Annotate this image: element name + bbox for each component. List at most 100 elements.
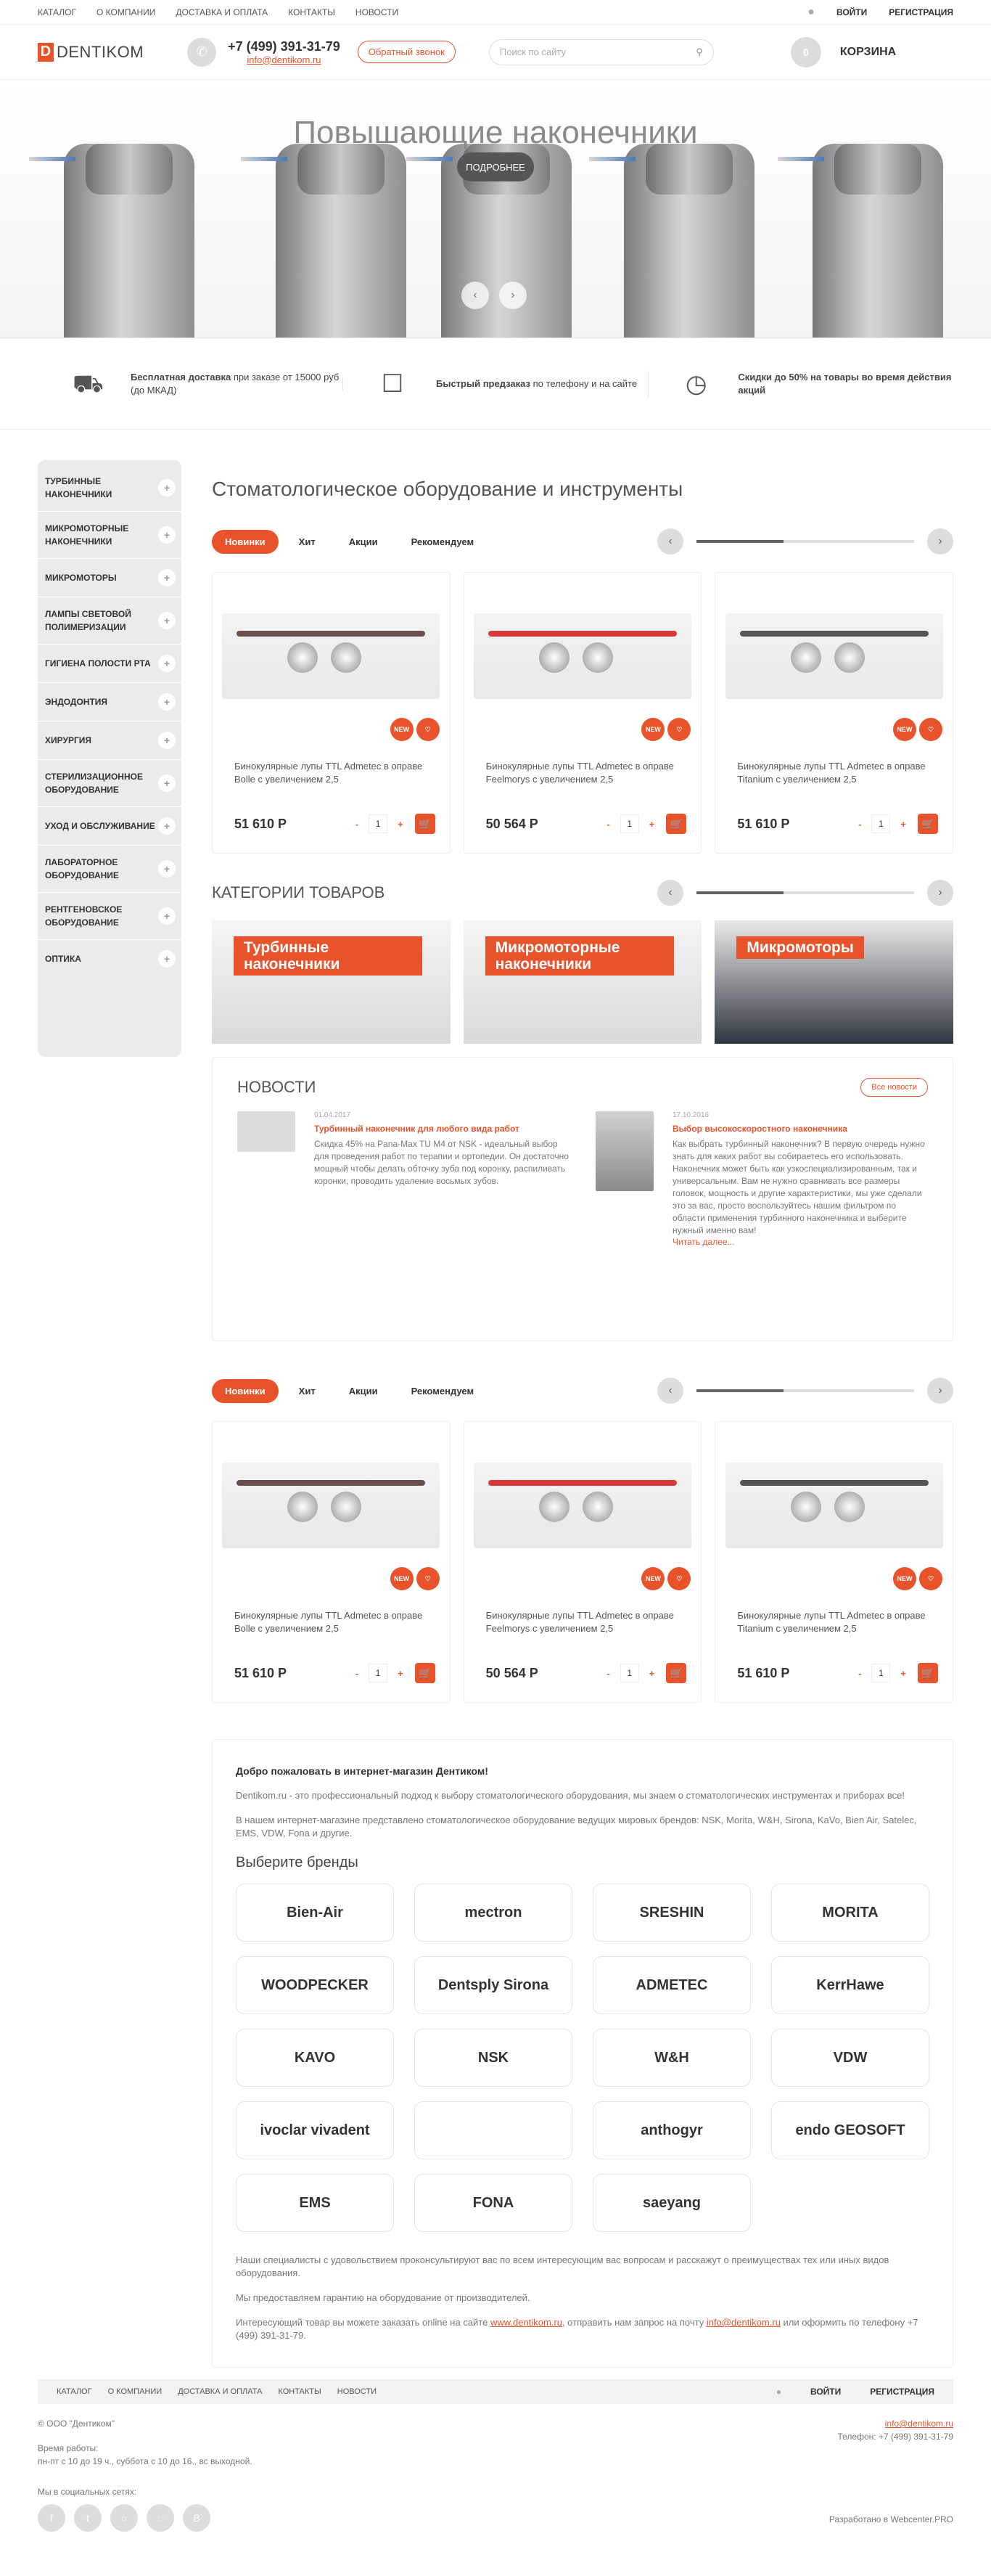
site-link[interactable]: www.dentikom.ru — [490, 2317, 562, 2328]
product-name[interactable]: Бинокулярные лупы TTL Admetec в оправе B… — [234, 1609, 428, 1635]
product-image[interactable] — [716, 573, 953, 740]
login-link[interactable]: Войти — [836, 7, 867, 17]
sidebar-item-surgery[interactable]: Хирургия + — [38, 721, 181, 760]
next-arrow-icon[interactable]: › — [927, 528, 953, 555]
slider-track[interactable] — [696, 891, 914, 894]
top-nav-delivery[interactable]: Доставка и оплата — [176, 7, 268, 17]
search-input[interactable]: Поиск по сайту ⚲ — [488, 38, 714, 65]
slider-track[interactable] — [696, 540, 914, 543]
minus-button[interactable]: - — [858, 819, 861, 830]
product-card[interactable]: NEW ♡ Бинокулярные лупы TTL Admetec в опра… — [463, 1421, 702, 1703]
tab-hit[interactable]: Хит — [286, 1379, 329, 1403]
product-image[interactable] — [716, 1422, 953, 1589]
sidebar-item-hygiene[interactable]: Гигиена полости рта + — [38, 645, 181, 683]
brand-tile[interactable]: ADMETEC — [593, 1956, 751, 2014]
footer-email[interactable]: info@dentikom.ru — [885, 2418, 953, 2429]
cart-add-icon[interactable]: 🛒 — [918, 814, 939, 834]
minus-button[interactable]: - — [606, 1668, 609, 1679]
brand-tile[interactable]: NSK — [414, 2029, 572, 2087]
brand-tile[interactable]: KAVO — [236, 2029, 394, 2087]
minus-button[interactable]: - — [606, 819, 609, 830]
tab-new[interactable]: Новинки — [212, 529, 279, 554]
tab-recommend[interactable]: Рекомендуем — [398, 1379, 488, 1403]
tab-sale[interactable]: Акции — [336, 530, 391, 554]
product-image[interactable] — [213, 573, 449, 740]
tab-new[interactable]: Новинки — [212, 1378, 279, 1403]
like-icon[interactable]: ♡ — [416, 1567, 440, 1590]
brand-tile[interactable]: mectron — [414, 1884, 572, 1942]
like-icon[interactable]: ♡ — [667, 718, 691, 741]
product-image[interactable] — [464, 1422, 701, 1589]
brand-tile[interactable]: ivoclar vivadent — [236, 2101, 394, 2159]
brand-tile[interactable]: saeyang — [593, 2174, 751, 2232]
footer-nav-delivery[interactable]: Доставка и оплата — [178, 2387, 262, 2396]
footer-login-link[interactable]: Войти — [810, 2387, 841, 2397]
product-card[interactable]: NEW ♡ Бинокулярные лупы TTL Admetec в опра… — [212, 572, 451, 854]
tab-hit[interactable]: Хит — [286, 530, 329, 554]
brand-tile[interactable]: W&H — [593, 2029, 751, 2087]
register-link[interactable]: Регистрация — [889, 7, 953, 17]
quantity-value[interactable]: 1 — [620, 1664, 639, 1682]
brand-tile[interactable]: MORITA — [771, 1884, 929, 1942]
product-card[interactable]: NEW ♡ Бинокулярные лупы TTL Admetec в опра… — [212, 1421, 451, 1703]
footer-nav-news[interactable]: Новости — [337, 2387, 377, 2396]
plus-button[interactable]: + — [649, 1668, 655, 1679]
footer-nav-about[interactable]: О компании — [108, 2387, 163, 2396]
sidebar-item-maintenance[interactable]: Уход и обслуживание + — [38, 807, 181, 846]
prev-arrow-icon[interactable]: ‹ — [657, 880, 683, 906]
minus-button[interactable]: - — [355, 1668, 358, 1679]
read-more-link[interactable]: Читать далее... — [673, 1237, 928, 1247]
cart-add-icon[interactable]: 🛒 — [414, 1663, 435, 1683]
developer-credit[interactable]: Разработано в Webcenter.PRO — [829, 2513, 953, 2526]
like-icon[interactable]: ♡ — [667, 1567, 691, 1590]
brand-tile[interactable]: Dentsply Sirona — [414, 1956, 572, 2014]
all-news-button[interactable]: Все новости — [860, 1078, 928, 1097]
news-item[interactable]: 17.10.2016 Выбор высокоскоростного након… — [596, 1111, 928, 1247]
brand-tile[interactable]: SRESHIN — [593, 1884, 751, 1942]
callback-button[interactable]: Обратный звонок — [357, 41, 456, 63]
footer-nav-contacts[interactable]: Контакты — [278, 2387, 321, 2396]
hero-prev-arrow-icon[interactable]: ‹ — [461, 282, 489, 309]
sidebar-item-optics[interactable]: Оптика + — [38, 940, 181, 978]
minus-button[interactable]: - — [858, 1668, 861, 1679]
quantity-value[interactable]: 1 — [369, 814, 388, 833]
brand-tile[interactable]: anthogyr — [593, 2101, 751, 2159]
plus-button[interactable]: + — [398, 819, 403, 830]
quantity-value[interactable]: 1 — [620, 814, 639, 833]
plus-button[interactable]: + — [398, 1668, 403, 1679]
sidebar-item-xray[interactable]: Рентгеновское оборудование + — [38, 893, 181, 940]
prev-arrow-icon[interactable]: ‹ — [657, 1378, 683, 1404]
phone-number[interactable]: +7 (499) 391-31-79 — [228, 39, 340, 54]
product-name[interactable]: Бинокулярные лупы TTL Admetec в оправе F… — [486, 760, 680, 786]
category-card-micromotor-handpieces[interactable]: Микромоторные наконечники — [463, 920, 702, 1044]
search-icon[interactable]: ⚲ — [696, 46, 703, 58]
sidebar-item-laboratory[interactable]: Лабораторное оборудование + — [38, 846, 181, 893]
sidebar-item-endodontics[interactable]: Эндодонтия + — [38, 683, 181, 721]
like-icon[interactable]: ♡ — [919, 718, 943, 741]
product-name[interactable]: Бинокулярные лупы TTL Admetec в оправе F… — [486, 1609, 680, 1635]
product-card[interactable]: NEW ♡ Бинокулярные лупы TTL Admetec в опра… — [715, 1421, 954, 1703]
news-item[interactable]: 01.04.2017 Турбинный наконечник для любо… — [237, 1111, 569, 1247]
tab-recommend[interactable]: Рекомендуем — [398, 530, 488, 554]
product-name[interactable]: Бинокулярные лупы TTL Admetec в оправе T… — [737, 760, 931, 786]
brand-tile[interactable]: endo GEOSOFT — [771, 2101, 929, 2159]
brand-tile[interactable]: EMS — [236, 2174, 394, 2232]
category-card-micromotors[interactable]: Микромоторы — [715, 920, 954, 1044]
hero-next-arrow-icon[interactable]: › — [499, 282, 527, 309]
product-image[interactable] — [213, 1422, 449, 1589]
top-nav-news[interactable]: Новости — [355, 7, 398, 17]
hero-more-button[interactable]: ПОДРОБНЕЕ — [457, 152, 534, 181]
vk-icon[interactable]: B — [183, 2504, 210, 2532]
product-image[interactable] — [464, 573, 701, 740]
cart-button[interactable]: 0 КОРЗИНА — [790, 36, 896, 68]
footer-nav-catalog[interactable]: Каталог — [57, 2387, 92, 2396]
sidebar-item-micromotors[interactable]: Микромоторы + — [38, 559, 181, 597]
prev-arrow-icon[interactable]: ‹ — [657, 528, 683, 555]
plus-button[interactable]: + — [900, 819, 906, 830]
brand-tile[interactable]: KerrHawe — [771, 1956, 929, 2014]
email-link[interactable]: info@dentikom.ru — [707, 2317, 781, 2328]
cart-add-icon[interactable]: 🛒 — [918, 1663, 939, 1683]
tab-sale[interactable]: Акции — [336, 1379, 391, 1403]
footer-register-link[interactable]: Регистрация — [870, 2387, 934, 2397]
odnoklassniki-icon[interactable]: ◌ — [147, 2504, 174, 2532]
